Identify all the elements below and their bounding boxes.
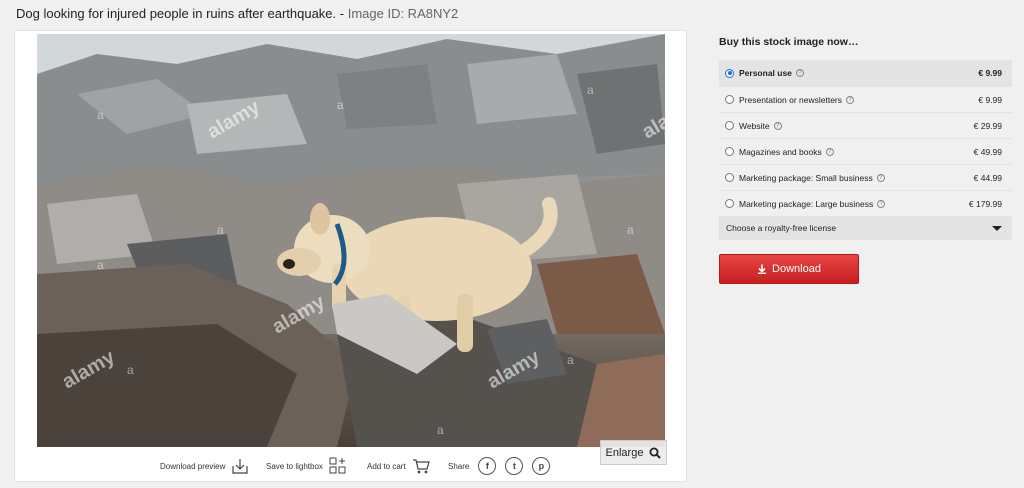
cart-icon (412, 459, 430, 474)
option-label: Presentation or newsletters (739, 94, 842, 105)
radio-icon (725, 147, 734, 156)
info-icon[interactable]: ? (876, 173, 885, 182)
license-select-label: Choose a royalty-free license (726, 223, 837, 233)
license-option-magazines[interactable]: Magazines and books? € 49.99 (719, 138, 1012, 164)
license-option-personal-use[interactable]: Personal use? € 9.99 (719, 60, 1012, 86)
svg-text:a: a (97, 258, 104, 272)
svg-text:a: a (127, 363, 134, 377)
svg-text:a: a (217, 223, 224, 237)
pinterest-icon[interactable]: p (532, 457, 551, 475)
download-label: Download (772, 263, 821, 275)
option-label: Personal use (739, 68, 792, 78)
lightbox-icon (329, 457, 346, 474)
page-title: Dog looking for injured people in ruins … (16, 6, 458, 21)
download-button[interactable]: Download (719, 254, 859, 284)
image-action-bar: Download preview Save to lightbox Add to… (15, 451, 686, 481)
option-label: Marketing package: Large business (739, 198, 874, 209)
info-icon[interactable]: ? (877, 199, 886, 208)
info-icon[interactable]: ? (795, 69, 804, 77)
license-option-presentation[interactable]: Presentation or newsletters? € 9.99 (719, 86, 1012, 112)
license-option-marketing-small[interactable]: Marketing package: Small business? € 44.… (719, 164, 1012, 190)
royalty-free-license-select[interactable]: Choose a royalty-free license (719, 216, 1012, 240)
option-label: Website (739, 120, 770, 131)
info-icon[interactable]: ? (825, 147, 834, 156)
radio-icon (725, 95, 734, 104)
option-price: € 179.99 (968, 198, 1002, 209)
image-title: Dog looking for injured people in ruins … (16, 6, 337, 21)
download-preview-action[interactable]: Download preview (160, 457, 249, 475)
option-price: € 49.99 (973, 146, 1002, 157)
chevron-down-icon (992, 225, 1002, 231)
license-options: Personal use? € 9.99 Presentation or new… (719, 60, 1012, 216)
option-price: € 29.99 (973, 120, 1002, 131)
download-icon (758, 264, 767, 274)
svg-text:a: a (97, 108, 104, 122)
stock-photo[interactable]: alamy alamy alamy alamy alamy aaa aaa aa… (37, 34, 665, 447)
svg-text:a: a (627, 223, 634, 237)
add-to-cart-action[interactable]: Add to cart (367, 457, 430, 475)
svg-text:a: a (567, 353, 574, 367)
option-label: Marketing package: Small business (739, 172, 873, 183)
twitter-icon[interactable]: t (505, 457, 524, 475)
option-price: € 44.99 (973, 172, 1002, 183)
radio-icon (725, 121, 734, 130)
info-icon[interactable]: ? (773, 121, 782, 130)
save-to-lightbox-action[interactable]: Save to lightbox (266, 457, 347, 475)
radio-selected-icon (725, 68, 734, 78)
download-preview-label: Download preview (160, 461, 226, 471)
svg-text:a: a (337, 98, 344, 112)
svg-text:a: a (437, 423, 444, 437)
image-card: alamy alamy alamy alamy alamy aaa aaa aa… (14, 30, 687, 482)
option-price: € 9.99 (978, 94, 1002, 105)
add-to-cart-label: Add to cart (367, 461, 406, 471)
radio-icon (725, 199, 734, 208)
buy-heading: Buy this stock image now… (719, 36, 859, 48)
photo-illustration: alamy alamy alamy alamy alamy aaa aa a aa… (37, 34, 665, 447)
buy-panel: Buy this stock image now… Personal use? … (719, 36, 1012, 284)
license-option-marketing-large[interactable]: Marketing package: Large business? € 179… (719, 190, 1012, 216)
share-label: Share (448, 461, 470, 471)
option-price: € 9.99 (978, 68, 1002, 78)
title-separator: - (336, 6, 348, 21)
share-action: Share f t p (448, 457, 551, 475)
save-to-lightbox-label: Save to lightbox (266, 461, 323, 471)
info-icon[interactable]: ? (846, 95, 854, 104)
image-id: Image ID: RA8NY2 (347, 6, 459, 21)
facebook-icon[interactable]: f (478, 457, 497, 475)
license-option-website[interactable]: Website? € 29.99 (719, 112, 1012, 138)
download-preview-icon (232, 459, 248, 474)
option-label: Magazines and books (739, 146, 822, 157)
svg-text:a: a (587, 83, 594, 97)
radio-icon (725, 173, 734, 182)
